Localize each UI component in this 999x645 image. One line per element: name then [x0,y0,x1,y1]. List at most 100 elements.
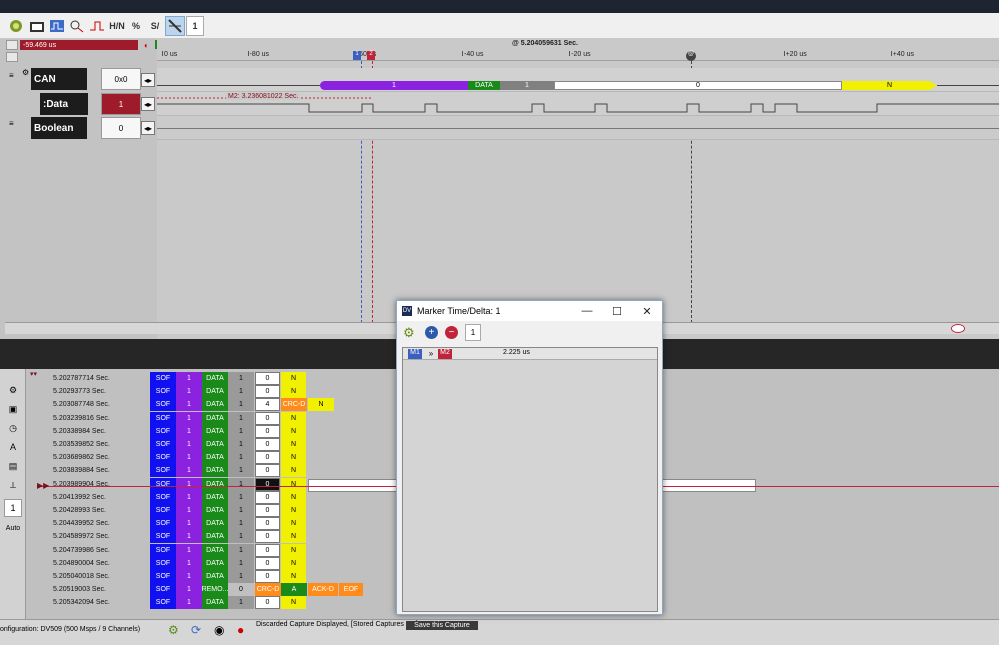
row-field: 0 [255,372,280,385]
close-button[interactable]: ✕ [632,301,662,321]
list-row[interactable]: 5.205040018 Sec. SOF 1 DATA 1 0 N [33,570,363,583]
status-gear-icon[interactable]: ⚙ [168,623,179,637]
ruler-tick-label: +20 us [785,51,807,58]
row-field: 0 [255,477,280,491]
at-marker-flag[interactable]: @ [686,51,696,61]
list-row[interactable]: 5.203689862 Sec. SOF 1 DATA 1 0 N [33,451,363,465]
gear-icon[interactable] [6,16,26,36]
signal-name-boolean[interactable]: Boolean [31,117,87,139]
hn-button[interactable]: H/N [107,16,127,36]
can-segment-data[interactable]: DATA [468,81,500,90]
list-row[interactable]: 5.202787714 Sec. SOF 1 DATA 1 0 N [33,372,363,385]
list-capture-icon[interactable]: ▣ [4,400,22,418]
expand-handle-boolean[interactable]: ≡ [9,119,14,128]
list-timer-icon[interactable]: ◷ [4,419,22,437]
row-field: N [281,424,306,438]
row-field: 1 [228,530,254,544]
signal-name-can[interactable]: CAN [31,68,87,90]
list-row[interactable]: 5.20519003 Sec. SOF 1 REMO... 0 CRC-D A ACK-D EO… [33,583,363,597]
row-field: CRC-D [281,398,307,412]
sdiv-button[interactable]: S/ [145,16,165,36]
marker-m2-flag[interactable]: 2 [367,51,375,60]
row-timestamp: 5.203539852 Sec. [53,441,110,448]
list-row[interactable]: 5.204589972 Sec. SOF 1 DATA 1 0 N [33,530,363,544]
can-segment-n[interactable]: N [842,81,937,90]
list-row[interactable]: 5.204890004 Sec. SOF 1 DATA 1 0 N [33,556,363,570]
row-field: 1 [228,398,254,412]
row-field: 1 [228,385,254,399]
status-record-icon[interactable]: ● [237,623,244,637]
row-field: 1 [176,411,202,425]
list-gear-icon[interactable]: ⚙ [4,381,22,399]
list-row[interactable]: 5.203539852 Sec. SOF 1 DATA 1 0 N [33,438,363,451]
ruler-tick-label: +40 us [892,51,915,58]
list-trigger-icon[interactable]: ⟂ [4,476,22,494]
row-field: 1 [228,596,254,610]
page-number-box[interactable]: 1 [186,16,204,36]
ruler-tick [162,51,163,56]
dialog-titlebar[interactable]: DV Marker Time/Delta: 1 — ☐ ✕ [397,301,662,321]
dialog-page-box[interactable]: 1 [465,324,481,341]
remove-marker-icon[interactable]: − [445,326,458,339]
list-row[interactable]: 5.203087748 Sec. SOF 1 DATA 1 4 CRC-D N [33,398,363,412]
list-row[interactable]: 5.20428993 Sec. SOF 1 DATA 1 0 N [33,504,363,517]
marker-m1-flag[interactable]: 1 [353,51,361,60]
signal-value-boolean: 0 [101,117,141,139]
list-ascii-icon[interactable]: A [4,438,22,456]
expand-handle-can[interactable]: ≡ [9,71,14,80]
save-capture-button[interactable]: Save this Capture [406,621,478,630]
row-field: DATA [202,464,228,478]
row-field: 1 [176,438,202,451]
status-sync-icon[interactable]: ⟳ [191,623,201,637]
ruler-tick [783,51,785,56]
row-field: 0 [255,517,280,531]
list-row[interactable]: 5.20413992 Sec. SOF 1 DATA 1 0 N [33,490,363,504]
list-page-box[interactable]: 1 [4,499,22,517]
signal-settings-icon[interactable]: ⚙ [22,68,29,77]
list-row[interactable]: 5.205342094 Sec. SOF 1 DATA 1 0 N [33,596,363,610]
list-hex-icon[interactable]: ▤ [4,457,22,475]
marker-tool-icon[interactable] [165,16,185,36]
list-row[interactable]: 5.20338984 Sec. SOF 1 DATA 1 0 N [33,424,363,438]
minimize-button[interactable]: — [572,301,602,321]
row-field: DATA [202,490,228,504]
scroll-marker-icon[interactable] [951,324,965,333]
add-marker-icon[interactable]: + [425,326,438,339]
row-field: SOF [150,530,176,544]
dialog-gear-icon[interactable]: ⚙ [403,325,415,341]
capture-icon[interactable] [27,16,47,36]
marker-delta-row[interactable]: M1 » M2 2.225 us [403,348,657,360]
list-row[interactable]: 5.203839884 Sec. SOF 1 DATA 1 0 N [33,464,363,478]
row-field: N [281,411,306,425]
zoom-icon[interactable] [67,16,87,36]
can-segment-dlc[interactable]: 1 [500,81,554,90]
list-row[interactable]: 5.204439952 Sec. SOF 1 DATA 1 0 N [33,517,363,531]
list-auto-mode[interactable]: Auto [4,519,22,537]
row-field: 1 [228,556,254,570]
maximize-button[interactable]: ☐ [602,301,632,321]
can-segment-payload[interactable]: 0 [554,81,842,90]
status-probe-icon[interactable]: ◉ [214,623,224,637]
row-field: 1 [228,411,254,425]
signal-nav-data[interactable]: ◂▸ [141,97,155,111]
list-row[interactable]: 5.204739986 Sec. SOF 1 DATA 1 0 N [33,543,363,557]
row-field: 1 [228,570,254,583]
list-row[interactable]: 5.20293773 Sec. SOF 1 DATA 1 0 N [33,385,363,399]
group-toggle-icon[interactable]: ◐ [144,41,149,50]
row-field: SOF [150,464,176,478]
time-ruler[interactable]: @ 5.204059631 Sec. 0 us-80 us-60 us-40 u… [157,39,999,61]
cursor-mode-icon[interactable] [6,40,18,50]
row-field: N [281,543,306,557]
percent-button[interactable]: % [126,16,146,36]
row-field: DATA [202,411,228,425]
signal-nav-can[interactable]: ◂▸ [141,73,155,87]
can-segment-id[interactable]: 1 [320,81,468,90]
list-mode-icon[interactable] [6,52,18,62]
row-field: DATA [202,451,228,465]
row-timestamp: 5.205040018 Sec. [53,573,110,580]
list-row[interactable]: 5.203239816 Sec. SOF 1 DATA 1 0 N [33,411,363,425]
waveform-icon[interactable] [47,16,67,36]
signal-name-data[interactable]: :Data [40,93,88,115]
trigger-icon[interactable] [87,16,107,36]
signal-nav-boolean[interactable]: ◂▸ [141,121,155,135]
